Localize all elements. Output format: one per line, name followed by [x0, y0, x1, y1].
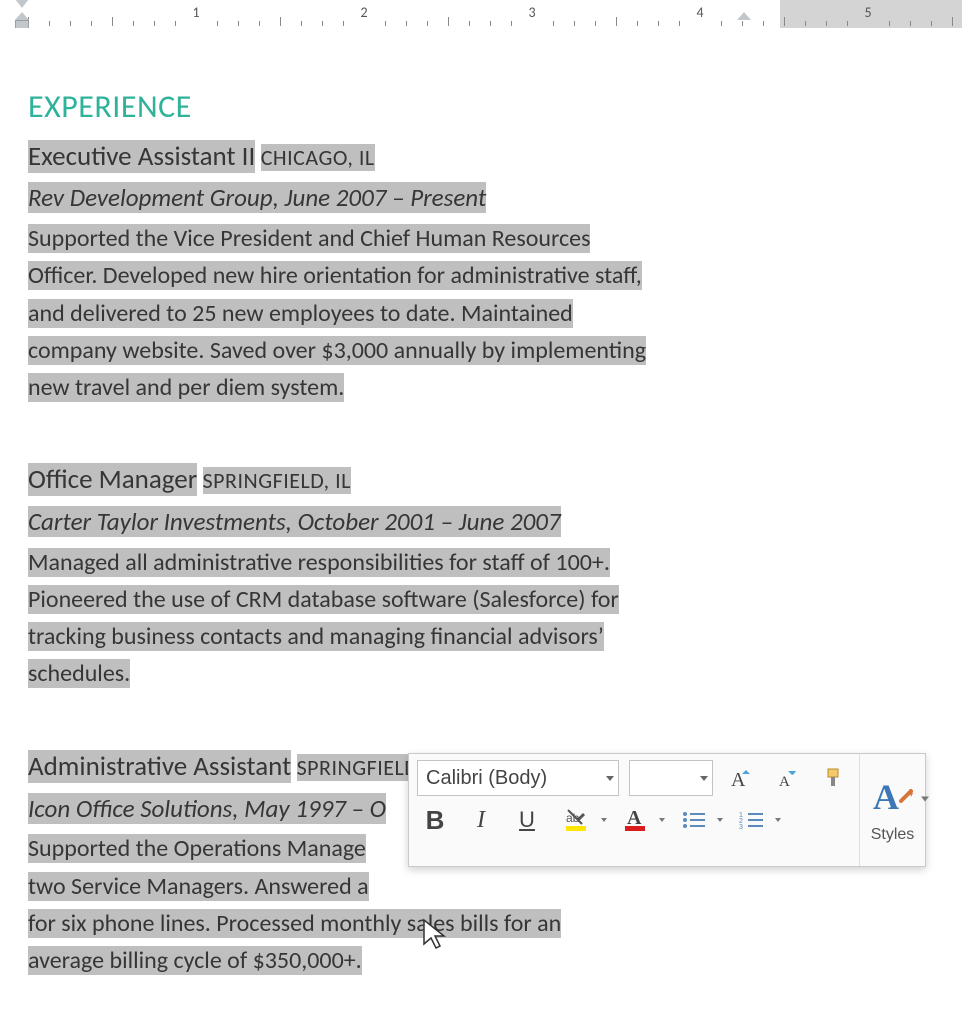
blank-line [28, 408, 48, 446]
job-meta: Rev Development Group, June 2007 – Prese… [28, 182, 486, 213]
job-title: Executive Assistant II [28, 140, 255, 173]
mini-toolbar: Calibri (Body) A A B I [408, 753, 926, 867]
body-line: two Service Managers. Answered a [28, 872, 369, 901]
chevron-down-icon [601, 818, 607, 822]
chevron-down-icon [775, 818, 781, 822]
job-location-text: SPRINGFIELD, IL [203, 467, 351, 494]
first-line-indent-marker[interactable] [15, 0, 29, 8]
section-heading: EXPERIENCE [28, 82, 934, 132]
shrink-font-button[interactable]: A [769, 760, 805, 796]
svg-text:A: A [779, 774, 790, 790]
highlight-button[interactable]: ab [555, 802, 603, 838]
bullets-button[interactable] [671, 802, 719, 838]
body-line: tracking business contacts and managing … [28, 622, 604, 651]
svg-text:A: A [731, 769, 746, 790]
job-title: Administrative Assistant [28, 750, 291, 783]
body-line: schedules. [28, 659, 130, 688]
body-line: Supported the Operations Manage [28, 834, 366, 863]
font-name-value: Calibri (Body) [426, 767, 547, 790]
bold-button[interactable]: B [417, 802, 453, 838]
svg-text:A: A [627, 807, 642, 829]
job-location-text: CHICAGO, IL [261, 144, 375, 171]
font-size-combo[interactable] [629, 760, 713, 796]
body-line: Managed all administrative responsibilit… [28, 548, 610, 577]
job-meta: Carter Taylor Investments, October 2001 … [28, 506, 561, 537]
body-line: Pioneered the use of CRM database softwa… [28, 585, 619, 614]
chevron-down-icon [717, 818, 723, 822]
underline-button[interactable]: U [509, 802, 545, 838]
hanging-indent-marker[interactable] [15, 12, 29, 20]
body-line: Officer. Developed new hire orientation … [28, 261, 642, 290]
font-name-combo[interactable]: Calibri (Body) [417, 760, 619, 796]
chevron-down-icon [606, 776, 614, 781]
right-indent-marker[interactable] [737, 12, 751, 20]
horizontal-ruler[interactable]: 12345 [0, 0, 962, 29]
body-line: average billing cycle of $350,000+. [28, 946, 362, 975]
grow-font-button[interactable]: A [723, 760, 759, 796]
document-area: EXPERIENCE Executive Assistant II CHICAG… [0, 28, 962, 958]
chevron-down-icon [659, 818, 665, 822]
blank-line [28, 695, 48, 733]
format-painter-button[interactable] [815, 760, 851, 796]
chevron-down-icon [700, 776, 708, 781]
body-line: company website. Saved over $3,000 annua… [28, 336, 646, 365]
job-meta: Icon Office Solutions, May 1997 – O [28, 793, 386, 824]
numbering-button[interactable]: 1 2 3 [729, 802, 777, 838]
body-line: and delivered to 25 new employees to dat… [28, 299, 573, 328]
styles-icon: A [871, 777, 915, 822]
svg-text:ab: ab [566, 811, 580, 825]
svg-text:A: A [873, 777, 899, 817]
body-line: Supported the Vice President and Chief H… [28, 224, 590, 253]
body-line: for six phone lines. Processed monthly s… [28, 909, 561, 938]
body-line: new travel and per diem system. [28, 373, 344, 402]
job-title: Office Manager [28, 463, 197, 496]
svg-text:3: 3 [739, 824, 743, 831]
styles-label: Styles [871, 826, 915, 844]
styles-button[interactable]: A Styles [860, 754, 925, 866]
italic-button[interactable]: I [463, 802, 499, 838]
font-color-button[interactable]: A [613, 802, 661, 838]
chevron-down-icon [921, 797, 929, 802]
